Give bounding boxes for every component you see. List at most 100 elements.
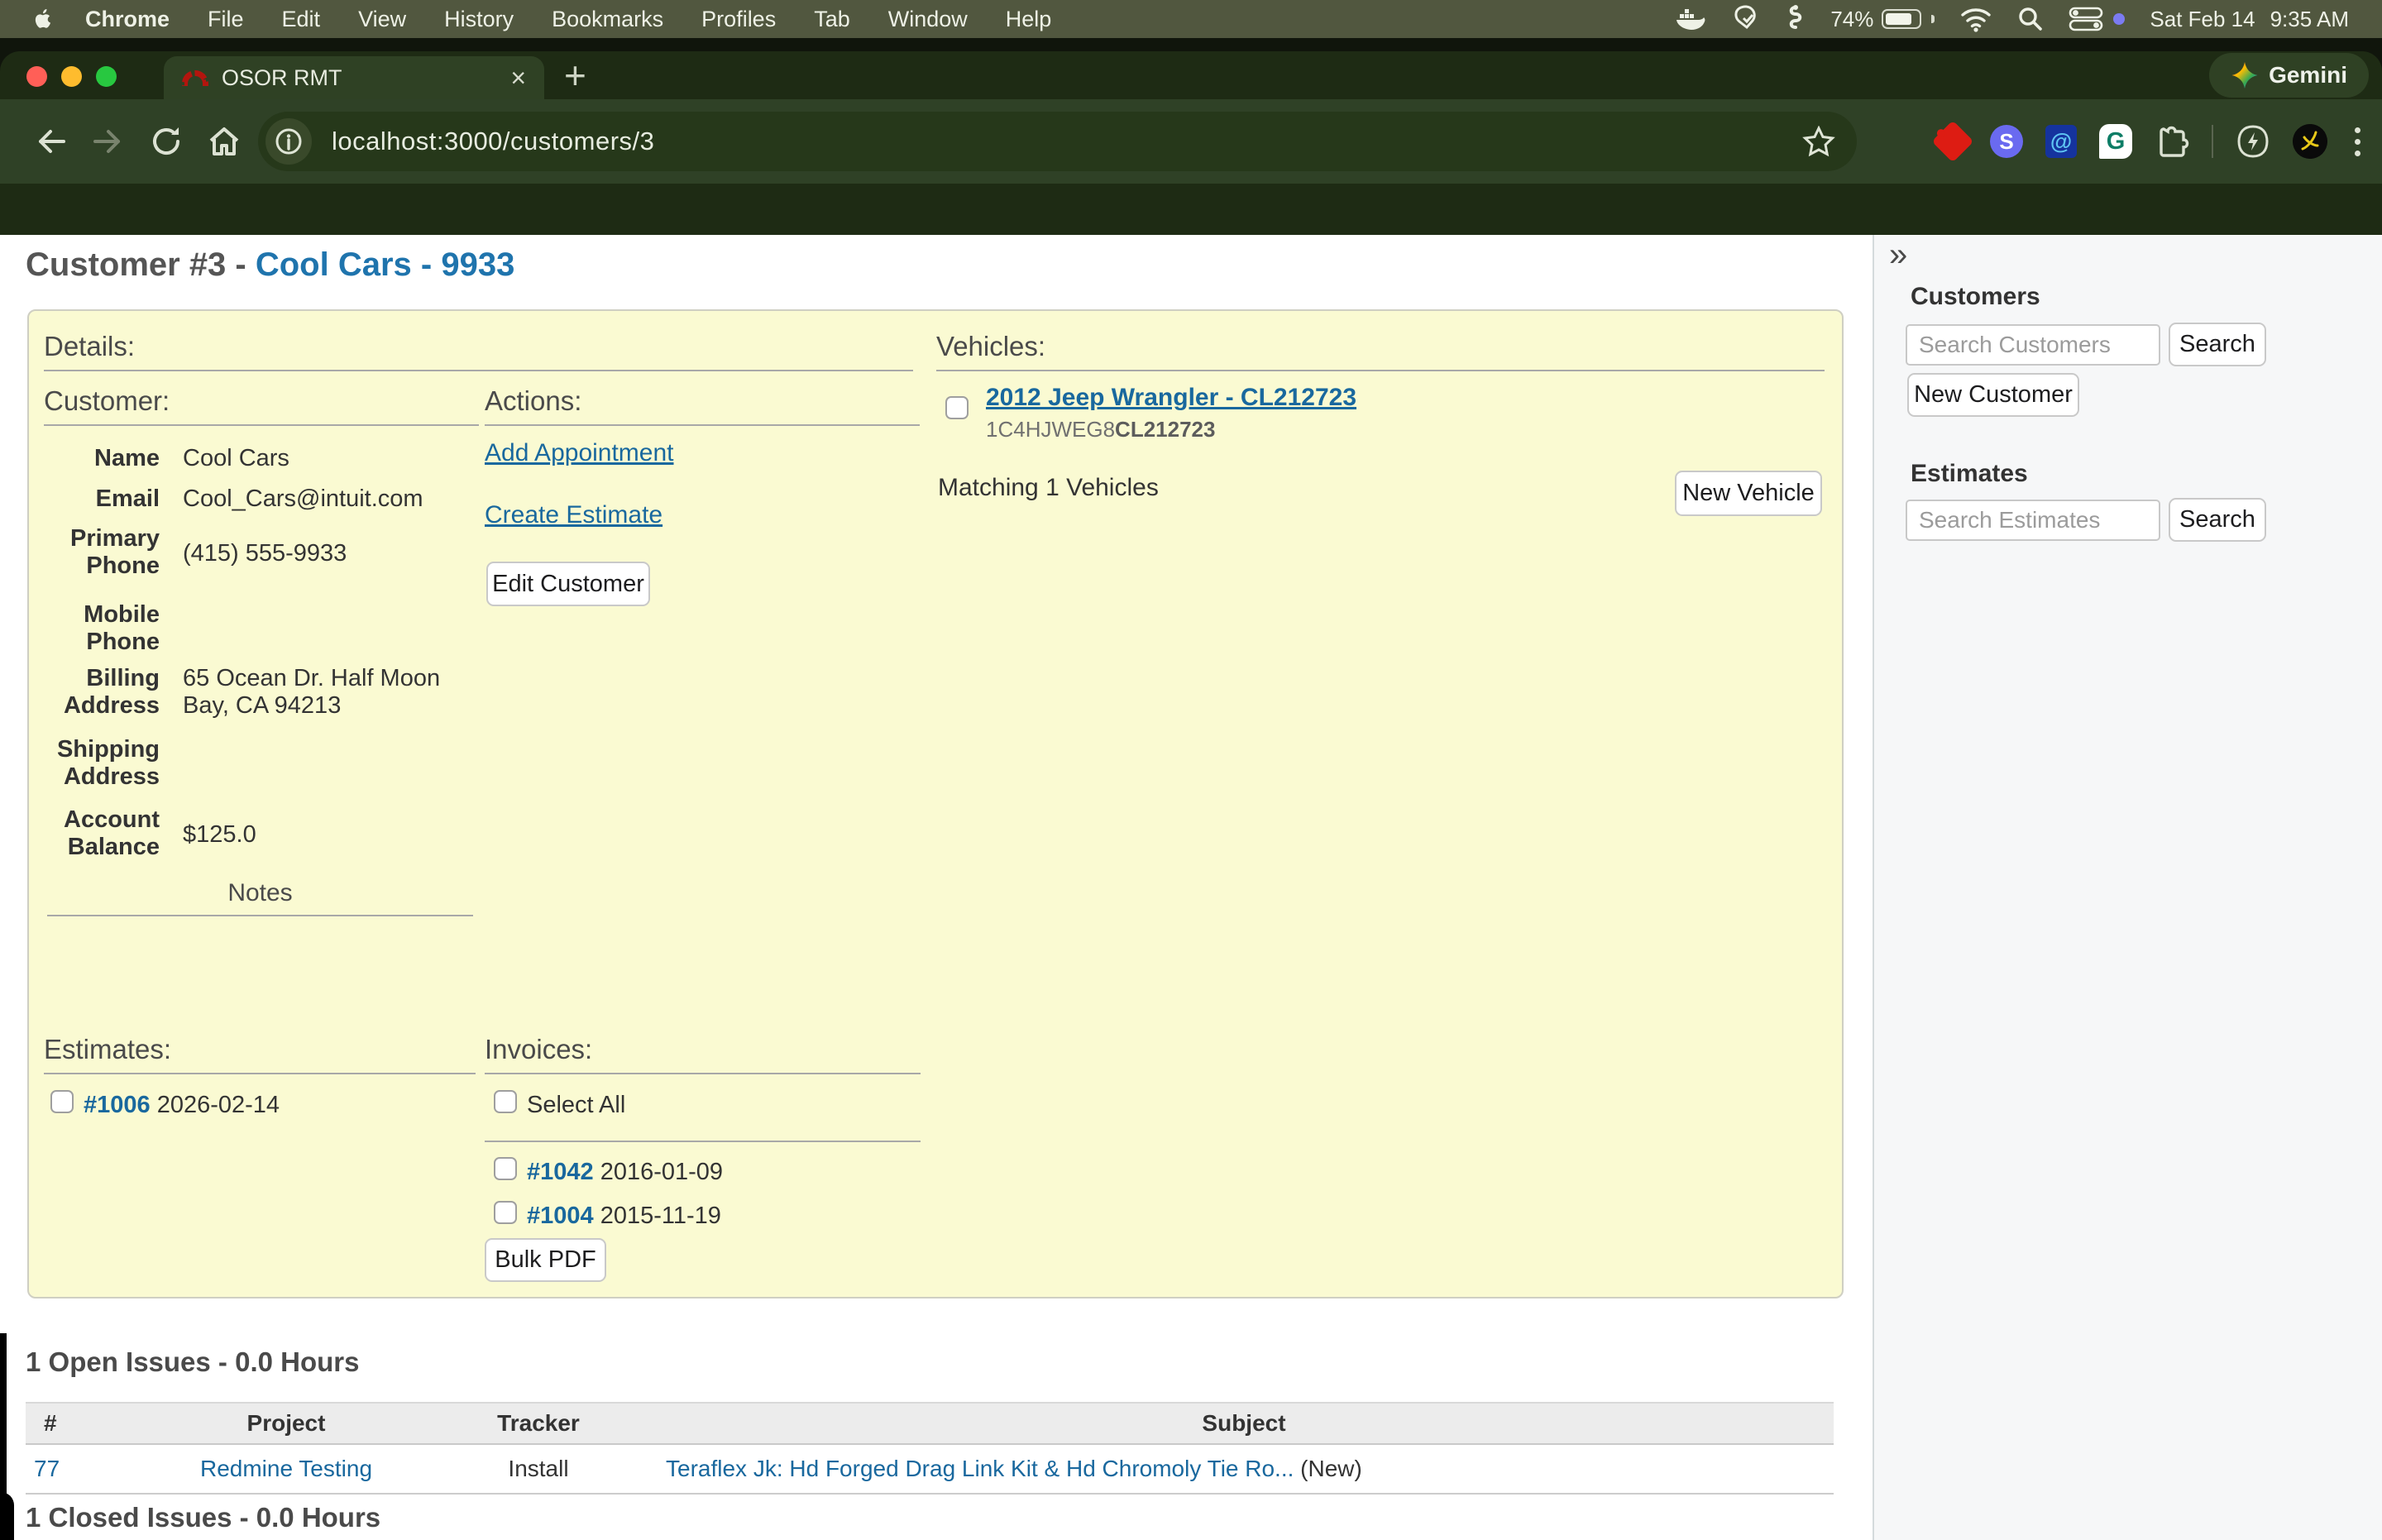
estimate-link[interactable]: #1006 — [84, 1092, 151, 1118]
menu-item-profiles[interactable]: Profiles — [682, 7, 795, 32]
app-status-icon[interactable] — [1731, 5, 1761, 33]
search-customers-button[interactable]: Search — [2169, 323, 2266, 366]
sidebar-customers-heading: Customers — [1911, 283, 2040, 311]
create-estimate-link[interactable]: Create Estimate — [485, 501, 662, 529]
add-appointment-link[interactable]: Add Appointment — [485, 439, 674, 467]
estimate-row: #1006 2026-02-14 — [84, 1092, 280, 1119]
background-window-corner — [0, 1492, 14, 1540]
close-window-button[interactable] — [26, 66, 47, 87]
extension-icon-stylus[interactable]: S — [1990, 125, 2023, 158]
customer-heading: Customer: — [44, 385, 479, 426]
field-value-account-balance: $125.0 — [183, 821, 256, 849]
focus-status-dot — [2113, 13, 2125, 25]
invoice-date-1004: 2015-11-19 — [600, 1203, 721, 1229]
invoice-row: #1042 2016-01-09 — [527, 1159, 723, 1186]
invoices-divider — [485, 1141, 921, 1142]
vehicles-heading: Vehicles: — [936, 331, 1825, 371]
matching-vehicles-text: Matching 1 Vehicles — [938, 474, 1159, 502]
docker-icon[interactable] — [1675, 6, 1706, 32]
bookmark-star-icon[interactable] — [1802, 126, 1835, 157]
issue-subject-link[interactable]: Teraflex Jk: Hd Forged Drag Link Kit & H… — [666, 1456, 1294, 1481]
new-customer-button[interactable]: New Customer — [1907, 373, 2079, 417]
tab-close-icon[interactable]: × — [510, 65, 526, 91]
vehicle-link[interactable]: 2012 Jeep Wrangler - CL212723 — [986, 384, 1356, 412]
menu-bar-status-area: 74% Sat Feb 14 9:35 AM — [1675, 4, 2382, 34]
bulk-pdf-button[interactable]: Bulk PDF — [485, 1238, 606, 1282]
estimate-checkbox[interactable] — [50, 1090, 74, 1113]
gesture-status-icon[interactable] — [1786, 4, 1806, 34]
macos-menu-bar: Chrome File Edit View History Bookmarks … — [0, 0, 2382, 38]
field-label-mobile-phone: Mobile Phone — [29, 601, 160, 656]
menu-bar-left: Chrome File Edit View History Bookmarks … — [0, 7, 1070, 32]
closed-issues-heading: 1 Closed Issues - 0.0 Hours — [26, 1502, 380, 1533]
home-button[interactable] — [195, 124, 253, 159]
search-customers-input[interactable] — [1906, 324, 2160, 366]
wifi-icon[interactable] — [1959, 6, 1992, 32]
control-center-icon[interactable] — [2069, 7, 2103, 31]
vehicle-checkbox[interactable] — [945, 396, 969, 419]
performance-leaf-icon[interactable] — [2236, 124, 2270, 159]
select-all-label: Select All — [527, 1092, 625, 1119]
battery-icon — [1882, 9, 1921, 29]
toolbar-separator — [2212, 125, 2213, 158]
column-header-subject: Subject — [654, 1403, 1834, 1444]
customer-name-link[interactable]: Cool Cars - 9933 — [256, 246, 514, 283]
menu-item-file[interactable]: File — [189, 7, 263, 32]
battery-indicator[interactable]: 74% — [1830, 7, 1935, 32]
issue-project-link[interactable]: Redmine Testing — [200, 1456, 372, 1481]
url-text[interactable]: localhost:3000/customers/3 — [332, 127, 654, 156]
menu-item-chrome[interactable]: Chrome — [66, 7, 189, 32]
invoice-row: #1004 2015-11-19 — [527, 1203, 721, 1230]
window-controls — [26, 66, 117, 87]
menu-item-history[interactable]: History — [425, 7, 533, 32]
select-all-checkbox[interactable] — [494, 1090, 517, 1113]
forward-button[interactable] — [79, 125, 137, 158]
invoice-checkbox-1042[interactable] — [494, 1157, 517, 1180]
browser-tab-osor-rmt[interactable]: OSOR RMT × — [164, 56, 544, 99]
issue-row: 77 Redmine Testing Install Teraflex Jk: … — [26, 1444, 1834, 1494]
browser-window: OSOR RMT × + Gemini — [0, 51, 2382, 1489]
invoice-checkbox-1004[interactable] — [494, 1201, 517, 1224]
spotlight-search-icon[interactable] — [2017, 6, 2044, 32]
sidebar-estimates-heading: Estimates — [1911, 460, 2028, 488]
menu-item-view[interactable]: View — [339, 7, 425, 32]
extensions-puzzle-icon[interactable] — [2155, 124, 2189, 159]
customer-details-panel: Details: Customer: Actions: Vehicles: Na… — [27, 309, 1844, 1298]
issues-header-row: # Project Tracker Subject — [26, 1403, 1834, 1444]
invoice-link-1042[interactable]: #1042 — [527, 1159, 594, 1185]
sidebar-collapse-icon[interactable]: » — [1889, 237, 1907, 274]
menu-item-edit[interactable]: Edit — [263, 7, 340, 32]
notes-label: Notes — [47, 879, 473, 907]
profile-avatar[interactable] — [2293, 124, 2327, 159]
column-header-tracker: Tracker — [423, 1403, 654, 1444]
extension-icon-red[interactable] — [1932, 121, 1974, 163]
gemini-button[interactable]: Gemini — [2209, 53, 2369, 98]
site-info-icon[interactable] — [265, 118, 312, 165]
menu-item-window[interactable]: Window — [869, 7, 987, 32]
field-label-shipping-address: Shipping Address — [29, 736, 160, 791]
menu-item-bookmarks[interactable]: Bookmarks — [533, 7, 682, 32]
extension-icon-grammarly[interactable]: G — [2099, 124, 2132, 159]
field-value-primary-phone: (415) 555-9933 — [183, 540, 347, 567]
invoice-link-1004[interactable]: #1004 — [527, 1203, 594, 1229]
tab-title: OSOR RMT — [222, 65, 342, 91]
search-estimates-button[interactable]: Search — [2169, 498, 2266, 542]
menu-item-help[interactable]: Help — [987, 7, 1071, 32]
minimize-window-button[interactable] — [61, 66, 82, 87]
issue-id-link[interactable]: 77 — [34, 1456, 60, 1481]
zoom-window-button[interactable] — [96, 66, 117, 87]
chrome-menu-icon[interactable] — [2350, 127, 2365, 156]
reload-button[interactable] — [137, 124, 195, 159]
menu-bar-clock[interactable]: Sat Feb 14 9:35 AM — [2150, 7, 2349, 32]
edit-customer-button[interactable]: Edit Customer — [486, 562, 650, 606]
field-value-email: Cool_Cars@intuit.com — [183, 485, 423, 513]
menu-item-tab[interactable]: Tab — [795, 7, 869, 32]
apple-logo-icon[interactable] — [33, 7, 55, 31]
extension-icon-password[interactable]: @ — [2045, 125, 2077, 158]
new-vehicle-button[interactable]: New Vehicle — [1675, 471, 1822, 516]
new-tab-button[interactable]: + — [564, 53, 586, 98]
back-button[interactable] — [22, 125, 79, 158]
column-header-project: Project — [150, 1403, 423, 1444]
search-estimates-input[interactable] — [1906, 500, 2160, 541]
address-bar[interactable]: localhost:3000/customers/3 — [258, 112, 1857, 171]
